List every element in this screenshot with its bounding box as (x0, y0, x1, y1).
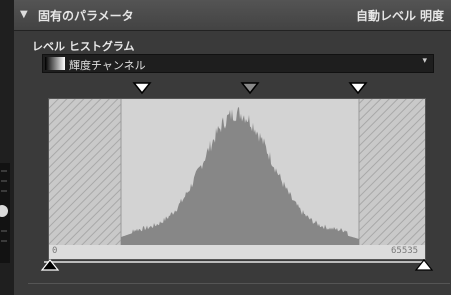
output-slider-row (40, 259, 434, 271)
gamma-point-marker[interactable] (240, 82, 260, 95)
axis-min-label: 0 (52, 246, 58, 256)
parameters-panel: ▼ 固有のパラメータ 自動レベル 明度 レベル ヒストグラム 輝度チャンネル ▾ (14, 0, 451, 295)
gutter-tick (1, 170, 7, 172)
hatched-region-right (359, 99, 425, 245)
channel-dropdown[interactable]: 輝度チャンネル ▾ (42, 54, 434, 73)
white-point-marker[interactable] (348, 82, 368, 95)
section-divider (28, 283, 450, 284)
gutter-tick (1, 180, 7, 182)
gutter-tick (1, 230, 7, 232)
gradient-swatch-icon (45, 57, 65, 70)
hatched-region-left (49, 99, 121, 245)
axis-strip (49, 245, 425, 259)
histogram-plot (49, 99, 425, 259)
channel-dropdown-value: 輝度チャンネル (69, 59, 146, 72)
output-black-handle[interactable] (40, 259, 60, 271)
black-point-marker[interactable] (132, 82, 152, 95)
gutter-tick (1, 190, 7, 192)
chevron-down-icon: ▾ (422, 56, 427, 66)
brightness-button[interactable]: 明度 (420, 7, 444, 24)
input-marker-row (132, 82, 368, 95)
output-white-handle[interactable] (414, 259, 434, 271)
auto-level-button[interactable]: 自動レベル (356, 7, 416, 24)
gutter-tick (1, 240, 7, 242)
panel-title: 固有のパラメータ (38, 9, 134, 23)
section-title: レベル ヒストグラム (32, 40, 135, 53)
collapse-triangle-icon[interactable]: ▼ (20, 9, 28, 20)
panel-header[interactable]: ▼ 固有のパラメータ 自動レベル 明度 (14, 0, 451, 31)
histogram-frame[interactable] (48, 98, 426, 260)
axis-max-label: 65535 (391, 246, 419, 256)
left-gutter (0, 0, 14, 295)
